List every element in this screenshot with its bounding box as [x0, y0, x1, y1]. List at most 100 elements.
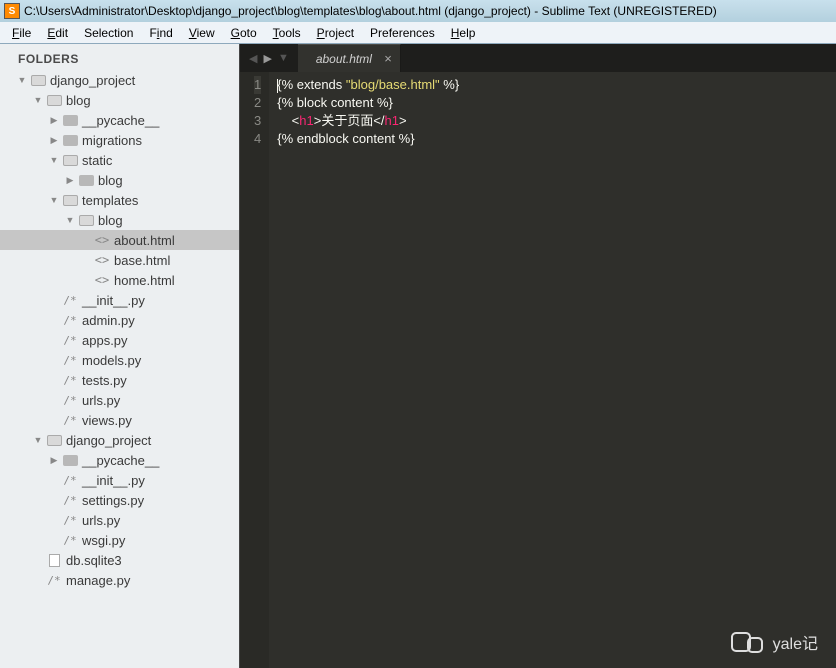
folder-icon	[62, 133, 78, 147]
tree-label: admin.py	[82, 313, 135, 328]
disclosure-arrow-icon[interactable]	[32, 95, 44, 105]
watermark-text: yale记	[773, 630, 818, 654]
disclosure-arrow-icon[interactable]	[32, 435, 44, 445]
window-titlebar: S C:\Users\Administrator\Desktop\django_…	[0, 0, 836, 22]
code-file-icon: /*	[62, 493, 78, 507]
gutter: 1 2 3 4	[240, 72, 269, 668]
folder-open-icon	[62, 153, 78, 167]
tree-folder[interactable]: __pycache__	[0, 450, 239, 470]
tree-file[interactable]: <> home.html	[0, 270, 239, 290]
menu-edit[interactable]: Edit	[39, 24, 76, 42]
html-file-icon: <>	[94, 233, 110, 247]
tree-file[interactable]: /* models.py	[0, 350, 239, 370]
tree-file[interactable]: /* settings.py	[0, 490, 239, 510]
tree-label: templates	[82, 193, 138, 208]
tree-folder[interactable]: django_project	[0, 70, 239, 90]
tree-file[interactable]: <> about.html	[0, 230, 239, 250]
menu-tools[interactable]: Tools	[265, 24, 309, 42]
menu-find[interactable]: Find	[141, 24, 180, 42]
tree-folder[interactable]: templates	[0, 190, 239, 210]
tree-label: tests.py	[82, 373, 127, 388]
tree-label: db.sqlite3	[66, 553, 122, 568]
code-file-icon: /*	[62, 393, 78, 407]
code-file-icon: /*	[62, 413, 78, 427]
tree-label: views.py	[82, 413, 132, 428]
file-tab-about[interactable]: about.html ×	[298, 44, 401, 72]
disclosure-arrow-icon[interactable]	[64, 175, 76, 186]
tree-label: urls.py	[82, 513, 120, 528]
tree-label: django_project	[66, 433, 151, 448]
tree-file[interactable]: db.sqlite3	[0, 550, 239, 570]
disclosure-arrow-icon[interactable]	[16, 75, 28, 85]
tree-folder[interactable]: static	[0, 150, 239, 170]
window-title: C:\Users\Administrator\Desktop\django_pr…	[24, 4, 717, 18]
menu-project[interactable]: Project	[309, 24, 362, 42]
tree-folder[interactable]: migrations	[0, 130, 239, 150]
disclosure-arrow-icon[interactable]	[48, 155, 60, 165]
disclosure-arrow-icon[interactable]	[48, 195, 60, 205]
tree-label: __init__.py	[82, 473, 145, 488]
folder-open-icon	[78, 213, 94, 227]
tree-file[interactable]: /* urls.py	[0, 390, 239, 410]
tree-file[interactable]: /*tests.py	[0, 370, 239, 390]
tree-folder[interactable]: blog	[0, 210, 239, 230]
code-body[interactable]: {% extends "blog/base.html" %} {% block …	[269, 72, 459, 668]
tree-label: urls.py	[82, 393, 120, 408]
menu-view[interactable]: View	[181, 24, 223, 42]
tree-file[interactable]: /*admin.py	[0, 310, 239, 330]
menu-goto[interactable]: Goto	[223, 24, 265, 42]
tree-file[interactable]: /*manage.py	[0, 570, 239, 590]
close-tab-icon[interactable]: ×	[384, 51, 392, 66]
disclosure-arrow-icon[interactable]	[48, 455, 60, 466]
tree-file[interactable]: /*__init__.py	[0, 470, 239, 490]
tree-folder[interactable]: blog	[0, 170, 239, 190]
tree-label: __init__.py	[82, 293, 145, 308]
code-file-icon: /*	[62, 353, 78, 367]
sidebar: FOLDERS django_projectblog__pycache__mig…	[0, 44, 240, 668]
tab-nav: ◀ ▶ ▼	[240, 44, 298, 72]
tree-folder[interactable]: blog	[0, 90, 239, 110]
tab-prev-icon[interactable]: ◀	[249, 52, 257, 65]
tab-dropdown-icon[interactable]: ▼	[278, 52, 289, 64]
html-file-icon: <>	[94, 273, 110, 287]
tree-label: models.py	[82, 353, 141, 368]
disclosure-arrow-icon[interactable]	[64, 215, 76, 225]
menu-selection[interactable]: Selection	[76, 24, 141, 42]
folder-open-icon	[46, 433, 62, 447]
watermark: yale记	[731, 630, 818, 654]
tree-label: settings.py	[82, 493, 144, 508]
tree-file[interactable]: /*urls.py	[0, 510, 239, 530]
folder-icon	[62, 453, 78, 467]
tree-file[interactable]: <>base.html	[0, 250, 239, 270]
menu-file[interactable]: File	[4, 24, 39, 42]
file-tab-label: about.html	[316, 52, 372, 66]
code-area[interactable]: 1 2 3 4 {% extends "blog/base.html" %} {…	[240, 72, 836, 668]
tree-file[interactable]: /*apps.py	[0, 330, 239, 350]
line-num: 3	[254, 112, 261, 130]
tree-label: django_project	[50, 73, 135, 88]
file-icon	[46, 553, 62, 567]
tree-label: migrations	[82, 133, 142, 148]
tree-label: __pycache__	[82, 113, 159, 128]
tab-next-icon[interactable]: ▶	[263, 52, 271, 65]
folder-icon	[78, 173, 94, 187]
tree-label: about.html	[114, 233, 175, 248]
menu-preferences[interactable]: Preferences	[362, 24, 443, 42]
app-icon: S	[4, 3, 20, 19]
line-num: 2	[254, 94, 261, 112]
line-num: 4	[254, 130, 261, 148]
line-num: 1	[254, 76, 261, 94]
disclosure-arrow-icon[interactable]	[48, 115, 60, 126]
tree-label: home.html	[114, 273, 175, 288]
html-file-icon: <>	[94, 253, 110, 267]
tree-file[interactable]: /* views.py	[0, 410, 239, 430]
menu-help[interactable]: Help	[443, 24, 484, 42]
tree-file[interactable]: /*wsgi.py	[0, 530, 239, 550]
tree-label: __pycache__	[82, 453, 159, 468]
tree-label: blog	[98, 173, 123, 188]
tree-folder[interactable]: django_project	[0, 430, 239, 450]
tree-file[interactable]: /*__init__.py	[0, 290, 239, 310]
tree-folder[interactable]: __pycache__	[0, 110, 239, 130]
editor-pane: ◀ ▶ ▼ about.html × 1 2 3 4 {% extends "b…	[240, 44, 836, 668]
disclosure-arrow-icon[interactable]	[48, 135, 60, 146]
